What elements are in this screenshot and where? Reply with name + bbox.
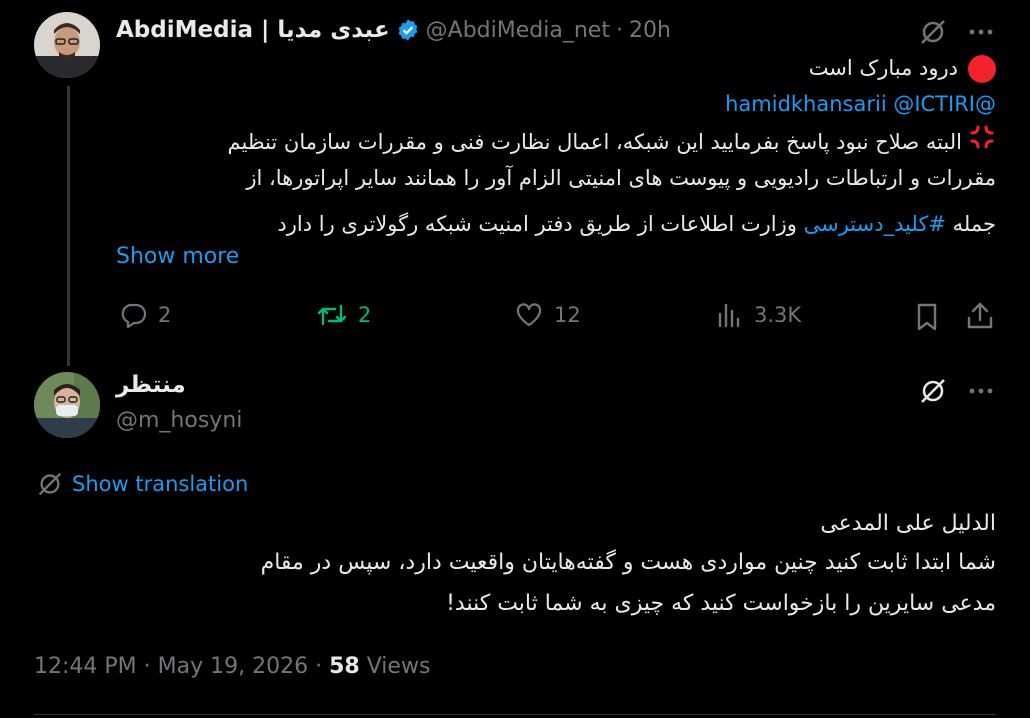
thread-connector-line <box>67 86 70 366</box>
reply-button[interactable]: 2 <box>118 300 171 330</box>
show-more-link[interactable]: Show more <box>116 244 239 269</box>
like-button[interactable]: 12 <box>514 300 581 330</box>
divider <box>34 714 996 715</box>
translate-icon <box>36 470 64 498</box>
avatar-abdimedia[interactable] <box>34 12 100 78</box>
header-separator: · <box>615 17 623 43</box>
reply-author-name[interactable]: منتظر <box>116 372 186 398</box>
reply-author-handle[interactable]: @m_hosyni <box>116 408 242 433</box>
red-circle-icon <box>968 54 996 83</box>
reply-time[interactable]: 12:44 PM <box>34 654 137 679</box>
repost-button[interactable]: 2 <box>316 300 371 330</box>
parent-header: AbdiMedia | عبدی مدیا @AbdiMedia_net · 2… <box>116 14 671 46</box>
parent-mentions[interactable]: @hamidkhansarii @ICTIRI <box>116 86 996 123</box>
parent-line-2: البته صلاح نبود پاسخ بفرمایید این شبکه، … <box>116 123 996 163</box>
show-translation-button[interactable]: Show translation <box>36 470 248 498</box>
reply-icon <box>118 300 148 330</box>
grok-icon[interactable] <box>918 17 948 51</box>
views-count[interactable]: 58 Views <box>329 654 430 679</box>
avatar-m-hosyni[interactable] <box>34 372 100 438</box>
more-icon[interactable] <box>966 20 996 48</box>
bookmark-icon[interactable] <box>912 301 942 337</box>
share-icon[interactable] <box>964 300 996 336</box>
reply-body-line-2: شما ابتدا ثابت کنید چنین مواردی هست و گف… <box>260 550 996 575</box>
reply-body-line-3: مدعی سایرین را بازخواست کنید که چیزی به … <box>446 591 996 616</box>
repost-icon <box>316 300 348 330</box>
parent-line-3: مقررات و ارتباطات رادیویی و پیوست های ام… <box>246 166 996 190</box>
reply-meta: 12:44 PM · May 19, 2026 · 58 Views <box>34 654 431 679</box>
analytics-icon <box>716 300 744 330</box>
more-icon[interactable] <box>966 379 996 407</box>
heart-icon <box>514 300 544 330</box>
author-handle[interactable]: @AbdiMedia_net <box>426 18 610 43</box>
grok-icon[interactable] <box>918 376 948 410</box>
parent-line-1: درود مبارک است <box>116 50 996 87</box>
tweet-time[interactable]: 20h <box>629 18 671 43</box>
hashtag-link[interactable]: #کلید_دسترسی <box>804 212 946 236</box>
views-button[interactable]: 3.3K <box>716 300 801 330</box>
author-name[interactable]: AbdiMedia | عبدی مدیا <box>116 17 390 43</box>
reply-body-line-1: الدلیل علی المدعی <box>820 511 996 536</box>
anger-icon <box>968 123 996 163</box>
parent-line-4: جمله #کلید_دسترسی وزارت اطلاعات از طریق … <box>277 212 996 236</box>
reply-date[interactable]: May 19, 2026 <box>158 654 308 679</box>
verified-badge-icon <box>396 18 420 42</box>
